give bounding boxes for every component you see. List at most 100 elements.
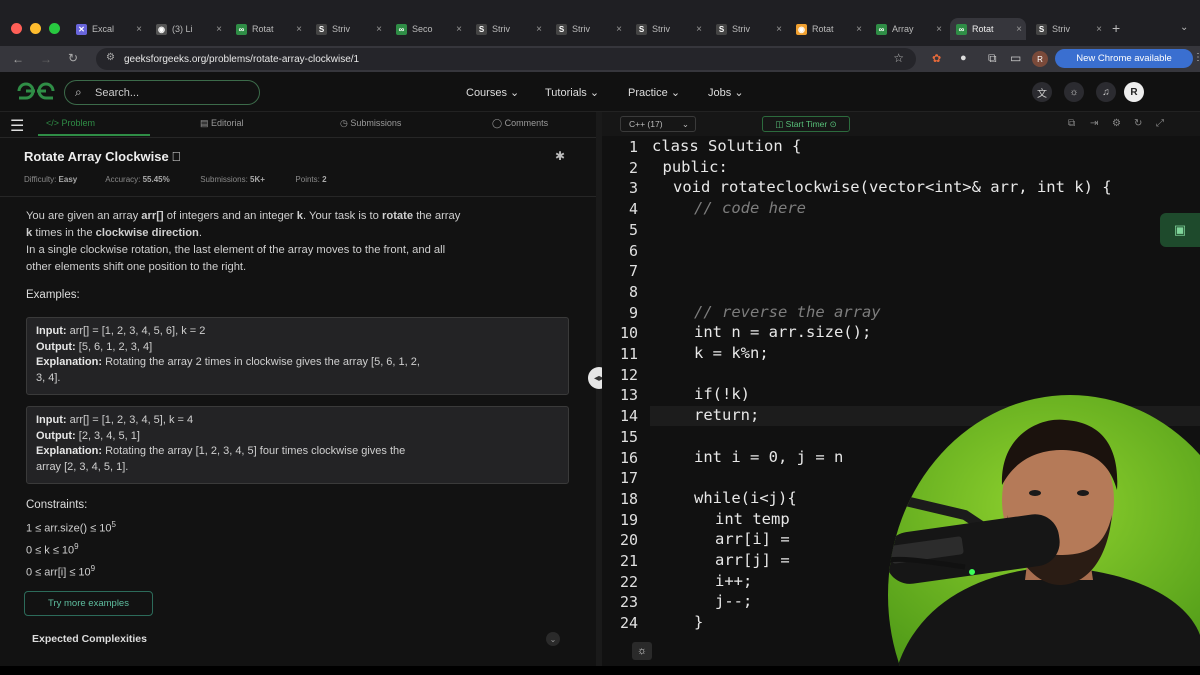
code-line[interactable]: if(!k)	[694, 385, 750, 403]
try-more-examples-button[interactable]: Try more examples	[24, 591, 153, 616]
tab-problem[interactable]: </> Problem	[46, 118, 95, 128]
gfg-logo[interactable]	[16, 81, 56, 106]
close-tab-icon[interactable]: ×	[1016, 24, 1022, 35]
reset-icon[interactable]: ↻	[1134, 118, 1142, 129]
maximize-window-button[interactable]	[49, 23, 60, 34]
code-line[interactable]: arr[i] =	[715, 530, 790, 548]
hamburger-menu-icon[interactable]: ☰	[10, 116, 24, 136]
code-line[interactable]: arr[j] =	[715, 551, 790, 569]
sidepanel-icon[interactable]: ▭	[1010, 51, 1021, 65]
browser-tab[interactable]: ∞ Array ×	[870, 18, 946, 40]
tab-label: Array	[892, 24, 914, 34]
lightbulb-icon[interactable]: ☼	[632, 642, 652, 660]
close-tab-icon[interactable]: ×	[136, 24, 142, 35]
new-tab-button[interactable]: +	[1112, 20, 1120, 36]
browser-tab[interactable]: ∞ Rotat ×	[230, 18, 306, 40]
browser-tab[interactable]: S Striv ×	[1030, 18, 1106, 40]
code-line[interactable]: int n = arr.size();	[694, 323, 871, 341]
translate-icon[interactable]: 文	[1032, 82, 1052, 102]
gfg-icon: ∞	[236, 23, 247, 35]
user-avatar[interactable]: R	[1124, 82, 1144, 102]
fullscreen-icon[interactable]: ⤢	[1156, 118, 1164, 129]
close-tab-icon[interactable]: ×	[456, 24, 462, 35]
nav-jobs[interactable]: Jobs ⌄	[708, 86, 744, 99]
reload-icon[interactable]: ↻	[68, 51, 78, 65]
browser-tab[interactable]: ✕ Excal ×	[70, 18, 146, 40]
language-select[interactable]: C++ (17) ⌄	[620, 116, 696, 132]
code-line[interactable]: j--;	[715, 592, 752, 610]
code-line[interactable]: // code here	[694, 199, 806, 217]
code-line[interactable]: int i = 0, j = n	[694, 448, 843, 466]
search-input[interactable]: ⌕ Search...	[64, 80, 260, 105]
line-number: 8	[628, 282, 638, 301]
back-icon[interactable]: ←	[12, 52, 24, 66]
close-tab-icon[interactable]: ×	[1096, 24, 1102, 35]
tab-editorial[interactable]: ▤ Editorial	[200, 118, 244, 129]
forward-icon[interactable]: →	[40, 52, 52, 66]
code-line[interactable]: i++;	[715, 572, 752, 590]
extension-icon[interactable]: ●	[960, 52, 967, 64]
site-info-icon[interactable]: ⚙	[106, 52, 115, 63]
menu-dots-icon[interactable]: ⋮	[1193, 52, 1200, 63]
code-line[interactable]: k = k%n;	[694, 344, 769, 362]
nav-courses[interactable]: Courses ⌄	[466, 86, 519, 99]
browser-tab[interactable]: ∞ Rotat ×	[950, 18, 1026, 40]
browser-tab[interactable]: S Striv ×	[470, 18, 546, 40]
bookmark-star-icon[interactable]: ☆	[893, 51, 904, 65]
code-line[interactable]: public:	[663, 158, 728, 176]
code-line[interactable]: class Solution {	[652, 137, 801, 155]
browser-tab[interactable]: S Striv ×	[630, 18, 706, 40]
close-window-button[interactable]	[11, 23, 22, 34]
address-bar[interactable]: ⚙ geeksforgeeks.org/problems/rotate-arra…	[96, 48, 916, 70]
close-tab-icon[interactable]: ×	[376, 24, 382, 35]
bug-report-icon[interactable]: ✱	[555, 149, 565, 163]
close-tab-icon[interactable]: ×	[856, 24, 862, 35]
code-line[interactable]: int temp	[715, 510, 790, 528]
new-chrome-available-button[interactable]: New Chrome available	[1055, 49, 1193, 68]
browser-tab[interactable]: S Striv ×	[310, 18, 386, 40]
minimize-window-button[interactable]	[30, 23, 41, 34]
browser-tab[interactable]: S Striv ×	[550, 18, 626, 40]
copy-icon[interactable]: ⧉	[1068, 118, 1075, 129]
extensions-puzzle-icon[interactable]: ⧉	[988, 51, 997, 66]
bookmark-icon[interactable]: ⎕	[169, 149, 180, 164]
chevron-down-icon: ⌄	[734, 87, 744, 99]
close-tab-icon[interactable]: ×	[296, 24, 302, 35]
browser-toolbar: ← → ↻ ⚙ geeksforgeeks.org/problems/rotat…	[0, 46, 1200, 72]
theme-toggle-icon[interactable]: ☼	[1064, 82, 1084, 102]
tab-comments[interactable]: ◯ Comments	[492, 118, 548, 129]
code-line[interactable]: return;	[694, 406, 759, 424]
url-text: geeksforgeeks.org/problems/rotate-array-…	[124, 53, 360, 65]
code-line[interactable]: void rotateclockwise(vector<int>& arr, i…	[673, 178, 1112, 196]
notification-bell-icon[interactable]: ♫	[1096, 82, 1116, 102]
close-tab-icon[interactable]: ×	[616, 24, 622, 35]
profile-avatar[interactable]: R	[1032, 51, 1048, 67]
share-icon[interactable]: ⇥	[1090, 118, 1098, 129]
browser-tab[interactable]: ∞ Seco ×	[390, 18, 466, 40]
nav-tutorials[interactable]: Tutorials ⌄	[545, 86, 599, 99]
expected-complexities-heading[interactable]: Expected Complexities	[32, 633, 147, 645]
settings-icon[interactable]: ⚙	[1112, 118, 1121, 129]
chevron-down-icon[interactable]: ⌄	[546, 632, 560, 646]
gfg-icon: ∞	[876, 23, 887, 35]
close-tab-icon[interactable]: ×	[216, 24, 222, 35]
tab-submissions[interactable]: ◷ Submissions	[340, 118, 401, 129]
close-tab-icon[interactable]: ×	[696, 24, 702, 35]
code-icon: </>	[46, 118, 60, 128]
tab-search-icon[interactable]: ⌄	[1180, 22, 1188, 33]
code-line[interactable]: while(i<j){	[694, 489, 797, 507]
browser-tab[interactable]: ◉ Rotat ×	[790, 18, 866, 40]
close-tab-icon[interactable]: ×	[536, 24, 542, 35]
browser-tab[interactable]: S Striv ×	[710, 18, 786, 40]
start-timer-button[interactable]: ◫ Start Timer ⊙	[762, 116, 850, 132]
code-line[interactable]: }	[694, 613, 703, 631]
chat-icon[interactable]: ▣	[1160, 213, 1200, 247]
nav-practice[interactable]: Practice ⌄	[628, 86, 680, 99]
tab-label: Seco	[412, 24, 433, 34]
close-tab-icon[interactable]: ×	[936, 24, 942, 35]
extension-icon[interactable]: ✿	[932, 52, 941, 65]
close-tab-icon[interactable]: ×	[776, 24, 782, 35]
browser-tab[interactable]: ◉ (3) Li ×	[150, 18, 226, 40]
line-number: 16	[619, 448, 638, 467]
code-line[interactable]: // reverse the array	[694, 303, 881, 321]
